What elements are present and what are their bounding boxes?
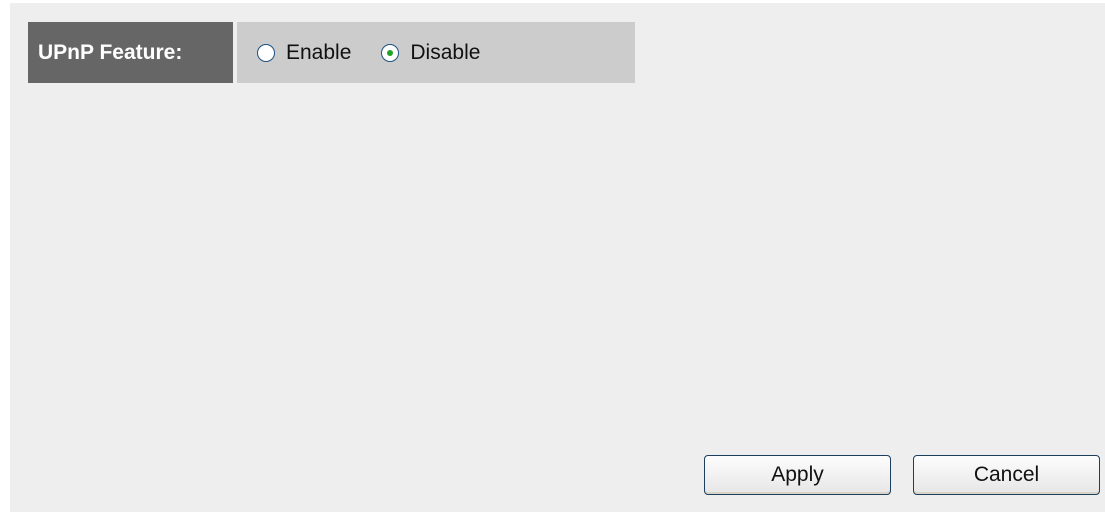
radio-option-disable[interactable]: Disable xyxy=(381,41,480,65)
upnp-feature-label: UPnP Feature: xyxy=(28,22,233,83)
radio-disable-icon[interactable] xyxy=(381,43,400,62)
upnp-options: Enable Disable xyxy=(237,22,635,83)
radio-enable-icon[interactable] xyxy=(257,43,275,62)
upnp-feature-row: UPnP Feature: Enable Disable xyxy=(28,22,635,83)
cancel-button[interactable]: Cancel xyxy=(913,455,1100,495)
radio-option-enable[interactable]: Enable xyxy=(257,41,351,65)
apply-button[interactable]: Apply xyxy=(704,455,891,495)
radio-disable-label: Disable xyxy=(410,40,481,64)
radio-enable-label: Enable xyxy=(286,40,352,64)
